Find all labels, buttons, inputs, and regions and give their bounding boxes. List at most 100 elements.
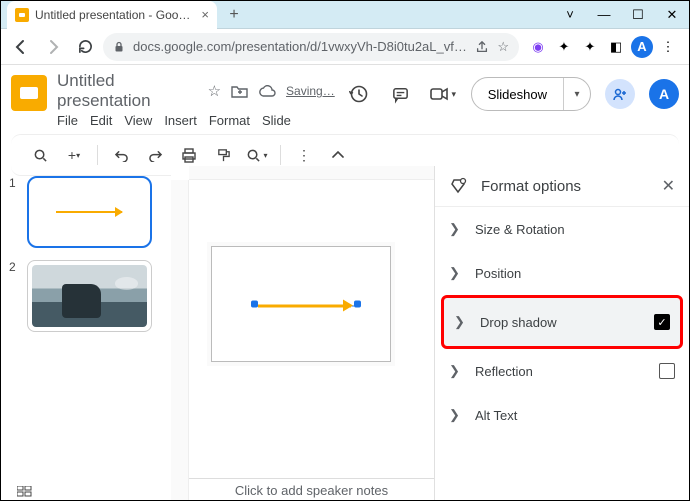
browser-nav-bar: docs.google.com/presentation/d/1vwxyVh-D… [1,29,689,65]
extensions-puzzle-icon[interactable]: ✦ [579,36,601,58]
extension-square-icon[interactable]: ◧ [605,36,627,58]
window-maximize-icon[interactable]: ☐ [621,1,655,29]
collapse-toolbar-icon[interactable] [327,144,349,166]
panel-header: Format options ✕ [435,166,689,207]
bookmark-star-icon[interactable]: ☆ [497,39,509,55]
redo-icon[interactable] [144,144,166,166]
slideshow-label[interactable]: Slideshow [472,78,564,110]
main-area: 1 2 Click to add speaker notes [1,166,689,500]
grid-view-icon[interactable] [17,486,33,498]
lock-icon [113,41,125,53]
browser-menu-icon[interactable]: ⋮ [657,36,679,58]
option-position[interactable]: ❯ Position [435,251,689,295]
chevron-right-icon: ❯ [449,407,461,423]
menu-file[interactable]: File [57,113,78,128]
option-label: Position [475,266,675,281]
ruler-horizontal [189,166,434,180]
drop-shadow-checkbox[interactable]: ✓ [654,314,670,330]
canvas-area[interactable]: Click to add speaker notes [171,166,434,500]
window-controls: ˅ — ☐ ✕ [553,1,689,29]
profile-avatar[interactable]: A [631,36,653,58]
speaker-notes[interactable]: Click to add speaker notes [189,478,434,500]
undo-icon[interactable] [110,144,132,166]
menu-format[interactable]: Format [209,113,250,128]
slideshow-dropdown[interactable]: ▾ [564,78,590,110]
move-folder-icon[interactable] [231,84,248,98]
slide-thumb-1[interactable]: 1 [9,176,163,248]
slide-number: 1 [9,176,19,248]
browser-tab[interactable]: Untitled presentation - Google Slides × [7,1,217,29]
highlighted-option: ❯ Drop shadow ✓ [441,295,683,349]
chevron-right-icon: ❯ [449,363,461,379]
new-tab-button[interactable]: + [225,6,243,24]
photo-placeholder [32,265,147,327]
slide-thumb-2[interactable]: 2 [9,260,163,332]
option-label: Drop shadow [480,315,640,330]
menubar: File Edit View Insert Format Slide [57,113,335,128]
option-reflection[interactable]: ❯ Reflection [435,349,689,393]
print-icon[interactable] [178,144,200,166]
share-page-icon[interactable] [475,40,489,54]
resize-handle-right[interactable] [354,301,361,308]
more-tools-icon[interactable]: ⋮ [293,144,315,166]
menu-slide[interactable]: Slide [262,113,291,128]
header-actions: ▾ Slideshow ▾ A [345,77,679,111]
slide-number: 2 [9,260,19,332]
share-button[interactable] [605,79,635,109]
history-icon[interactable] [345,80,373,108]
option-label: Reflection [475,364,645,379]
slides-favicon [15,8,29,22]
format-options-panel: Format options ✕ ❯ Size & Rotation ❯ Pos… [434,166,689,500]
chevron-right-icon: ❯ [449,265,461,281]
save-status: Saving… [286,84,335,98]
menu-edit[interactable]: Edit [90,113,112,128]
format-options-icon [449,177,469,195]
browser-tab-strip: Untitled presentation - Google Slides × … [1,1,689,29]
reflection-checkbox[interactable] [659,363,675,379]
thumbnail[interactable] [27,176,152,248]
search-menus-icon[interactable] [29,144,51,166]
extension-icons: ◉ ✦ ✦ ◧ A ⋮ [523,36,683,58]
panel-title: Format options [481,178,650,195]
reload-button[interactable] [71,33,99,61]
ruler-vertical [171,180,189,500]
zoom-icon[interactable]: ▾ [246,144,268,166]
option-label: Size & Rotation [475,222,675,237]
chevron-right-icon: ❯ [449,221,461,237]
option-drop-shadow[interactable]: ❯ Drop shadow ✓ [444,298,680,346]
thumbnail[interactable] [27,260,152,332]
star-icon[interactable]: ☆ [208,82,221,100]
close-panel-icon[interactable]: ✕ [662,176,675,196]
extension-sparkle-icon[interactable]: ✦ [553,36,575,58]
menu-insert[interactable]: Insert [164,113,197,128]
url-bar[interactable]: docs.google.com/presentation/d/1vwxyVh-D… [103,33,519,61]
document-title[interactable]: Untitled presentation [57,71,198,111]
slides-logo[interactable] [11,75,47,111]
slide-panel: 1 2 [1,166,171,500]
url-text: docs.google.com/presentation/d/1vwxyVh-D… [133,39,467,54]
app-header: Untitled presentation ☆ Saving… File Edi… [1,65,689,128]
meet-camera-icon[interactable]: ▾ [429,80,457,108]
forward-button[interactable] [39,33,67,61]
option-label: Alt Text [475,408,675,423]
dropdown-caret-icon[interactable]: ˅ [553,1,587,29]
new-slide-icon[interactable]: + ▾ [63,144,85,166]
slide-canvas[interactable] [211,246,391,362]
resize-handle-left[interactable] [251,301,258,308]
arrow-shape[interactable] [258,305,351,308]
slideshow-button[interactable]: Slideshow ▾ [471,77,591,111]
back-button[interactable] [7,33,35,61]
comments-icon[interactable] [387,80,415,108]
arrow-shape-icon [56,211,123,213]
user-avatar[interactable]: A [649,79,679,109]
window-close-icon[interactable]: ✕ [655,1,689,29]
option-alt-text[interactable]: ❯ Alt Text [435,393,689,437]
window-minimize-icon[interactable]: — [587,1,621,29]
menu-view[interactable]: View [124,113,152,128]
cloud-status-icon[interactable] [258,85,276,98]
close-tab-icon[interactable]: × [201,7,209,22]
option-size-rotation[interactable]: ❯ Size & Rotation [435,207,689,251]
tab-title: Untitled presentation - Google Slides [35,8,195,22]
extension-play-icon[interactable]: ◉ [527,36,549,58]
paint-format-icon[interactable] [212,144,234,166]
